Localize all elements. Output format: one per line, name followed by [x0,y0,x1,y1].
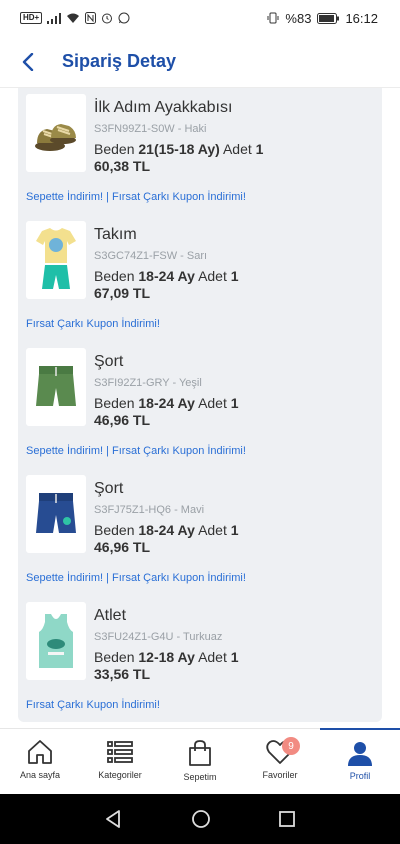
product-size: Beden 18-24 Ay Adet 1 [94,268,374,285]
product-code: S3FN99Z1-S0W - Haki [94,123,207,135]
product-image [26,602,86,680]
product-name: İlk Adım Ayakkabısı [94,99,233,116]
qty-label: Adet [198,522,227,538]
tab-label: Ana sayfa [19,770,61,780]
battery-level: %83 [285,10,312,26]
chevron-left-icon [22,52,34,71]
tab-profile[interactable]: Profil [320,728,400,794]
tab-favorites[interactable]: 9 Favoriler [240,729,320,794]
clock: 16:12 [345,10,378,26]
hd-indicator: HD+ [20,12,43,24]
qty-value: 1 [230,522,239,538]
shoe-icon [35,124,76,151]
product-price: 46,96 TL [94,539,151,555]
product-code: S3GC74Z1-FSW - Sarı [94,250,208,262]
size-value: 21(15-18 Ay) [138,141,220,157]
product-info: Atlet S3FU24Z1-G4U - Turkuaz Beden 12-18… [94,606,374,683]
shorts-icon [36,366,76,406]
tab-cart[interactable]: Sepetim [160,729,240,794]
qty-label: Adet [198,649,227,665]
order-detail-content[interactable]: İlk Adım Ayakkabısı S3FN99Z1-S0W - Haki … [0,88,400,728]
product-name: Şort [94,480,124,497]
product-info: Şort S3FJ75Z1-HQ6 - Mavi Beden 18-24 Ay … [94,479,374,556]
qty-value: 1 [230,649,239,665]
vibrate-icon [267,12,279,24]
favorites-count-badge: 9 [282,737,300,755]
size-label: Beden [94,649,135,665]
size-value: 18-24 Ay [138,268,195,284]
tab-label: Favoriler [262,770,298,780]
shorts-icon [36,493,76,533]
product-name: Şort [94,353,124,370]
tab-label: Profil [349,771,371,781]
status-bar: HD+ %83 16:12 [0,0,400,36]
product-code: S3FI92Z1-GRY - Yeşil [94,377,202,389]
product-size: Beden 12-18 Ay Adet 1 [94,649,374,666]
battery-icon [317,12,340,24]
product-info: Şort S3FI92Z1-GRY - Yeşil Beden 18-24 Ay… [94,352,374,429]
promo-text: Sepette İndirim! | Fırsat Çarkı Kupon İn… [26,191,246,203]
signal-icon [47,12,62,24]
categories-icon [107,741,133,763]
promo-text: Fırsat Çarkı Kupon İndirimi! [26,699,160,711]
size-label: Beden [94,268,135,284]
qty-value: 1 [255,141,264,157]
recents-square-icon[interactable] [278,810,296,828]
size-value: 18-24 Ay [138,522,195,538]
wifi-icon [67,13,80,23]
nfc-icon [85,12,97,24]
tab-label: Sepetim [183,772,217,782]
back-button[interactable] [0,36,56,88]
product-info: Takım S3GC74Z1-FSW - Sarı Beden 18-24 Ay… [94,225,374,302]
outfit-icon [36,228,76,289]
product-price: 46,96 TL [94,412,151,428]
back-triangle-icon[interactable] [104,809,124,829]
product-code: S3FU24Z1-G4U - Turkuaz [94,631,223,643]
tab-home[interactable]: Ana sayfa [0,729,80,794]
product-price: 67,09 TL [94,285,151,301]
order-items-card: İlk Adım Ayakkabısı S3FN99Z1-S0W - Haki … [18,88,382,722]
promo-text: Sepette İndirim! | Fırsat Çarkı Kupon İn… [26,445,246,457]
product-price: 33,56 TL [94,666,151,682]
product-info: İlk Adım Ayakkabısı S3FN99Z1-S0W - Haki … [94,98,374,175]
qty-label: Adet [222,141,252,157]
home-icon [28,740,52,764]
product-code: S3FJ75Z1-HQ6 - Mavi [94,504,205,516]
product-image [26,348,86,426]
product-image [26,221,86,299]
promo-text: Fırsat Çarkı Kupon İndirimi! [26,318,160,330]
tab-categories[interactable]: Kategoriler [80,729,160,794]
product-name: Atlet [94,607,127,624]
status-right: %83 16:12 [267,11,378,26]
qty-label: Adet [198,268,227,284]
product-image [26,475,86,553]
alarm-icon [102,13,113,24]
size-label: Beden [94,141,135,157]
page-title: Sipariş Detay [62,51,177,71]
qty-value: 1 [230,395,239,411]
size-value: 18-24 Ay [138,395,195,411]
product-size: Beden 18-24 Ay Adet 1 [94,522,374,539]
tab-label: Kategoriler [98,770,142,780]
product-size: Beden 21(15-18 Ay) Adet 1 [94,141,374,158]
whatsapp-icon [118,12,130,24]
qty-label: Adet [198,395,227,411]
product-name: Takım [94,226,137,243]
home-circle-icon[interactable] [191,809,211,829]
profile-icon [348,742,372,766]
product-image [26,94,86,172]
size-label: Beden [94,522,135,538]
bottom-tab-bar: Ana sayfa Kategoriler Sepetim 9 Favorile… [0,728,400,794]
promo-text: Sepette İndirim! | Fırsat Çarkı Kupon İn… [26,572,246,584]
app-header: Sipariş Detay [0,36,400,88]
system-nav-bar [0,794,400,844]
status-left: HD+ [20,12,130,24]
tank-top-icon [39,614,73,668]
product-size: Beden 18-24 Ay Adet 1 [94,395,374,412]
size-label: Beden [94,395,135,411]
qty-value: 1 [230,268,239,284]
cart-icon [189,740,211,766]
product-price: 60,38 TL [94,158,151,174]
size-value: 12-18 Ay [138,649,195,665]
